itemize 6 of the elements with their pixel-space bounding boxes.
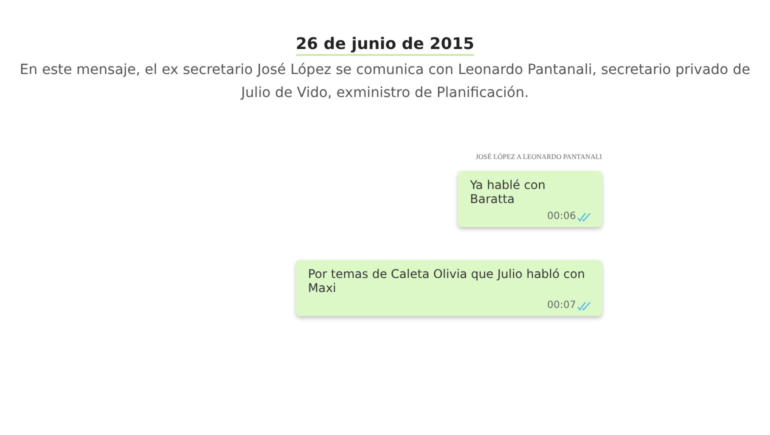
message-text: Por temas de Caleta Olivia que Julio habló con Maxi bbox=[308, 267, 586, 295]
message-time: 00:06 bbox=[547, 211, 576, 222]
message-text: Ya hablé con Baratta bbox=[470, 178, 546, 206]
date-heading: 26 de junio de 2015 bbox=[296, 34, 474, 56]
message-time: 00:07 bbox=[547, 300, 576, 311]
description-text: En este mensaje, el ex secretario José López se comunica con Leonardo Pantanali, secretario privado de Julio de Vido, exministro de Planificación. bbox=[18, 61, 752, 103]
